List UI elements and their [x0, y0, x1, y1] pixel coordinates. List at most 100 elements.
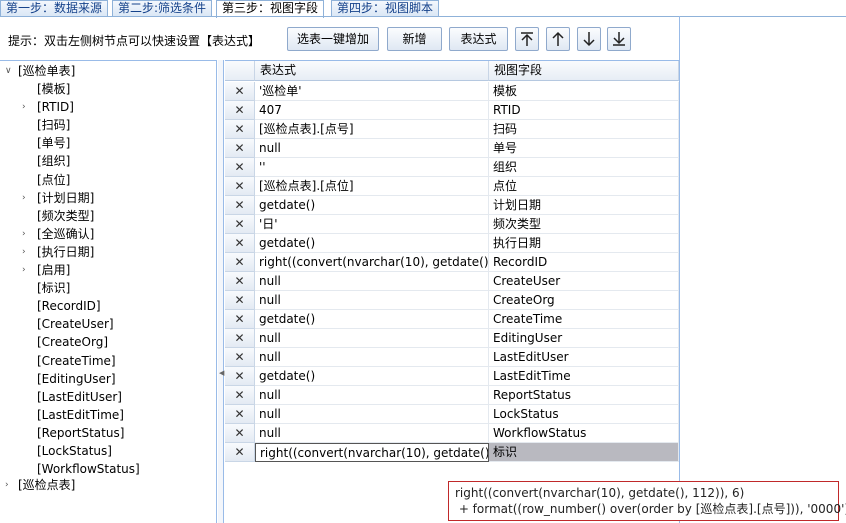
view-field-cell[interactable]: EditingUser [489, 329, 679, 348]
expression-button[interactable]: 表达式 [449, 27, 508, 51]
tree-node-field[interactable]: [启用] [37, 261, 70, 279]
table-row[interactable]: ✕ null LastEditUser [225, 348, 679, 367]
tree-node-field[interactable]: [LastEditUser] [37, 388, 122, 406]
expression-cell[interactable]: getdate() [255, 310, 489, 329]
view-field-cell[interactable]: CreateUser [489, 272, 679, 291]
delete-row-button[interactable]: ✕ [225, 177, 255, 196]
chevron-right-icon[interactable]: › [22, 225, 30, 243]
view-field-cell[interactable]: 频次类型 [489, 215, 679, 234]
expression-cell[interactable]: null [255, 329, 489, 348]
delete-row-button[interactable]: ✕ [225, 215, 255, 234]
table-row[interactable]: ✕ null CreateOrg [225, 291, 679, 310]
delete-row-button[interactable]: ✕ [225, 101, 255, 120]
add-all-from-table-button[interactable]: 选表一键增加 [287, 27, 379, 51]
delete-row-button[interactable]: ✕ [225, 158, 255, 177]
tree-node-field[interactable]: [频次类型] [37, 207, 94, 225]
table-row[interactable]: ✕ [巡检点表].[点位] 点位 [225, 177, 679, 196]
view-field-cell[interactable]: ReportStatus [489, 386, 679, 405]
tree-node-inspection-point-table[interactable]: [巡检点表] [18, 476, 75, 494]
expression-cell[interactable]: [巡检点表].[点位] [255, 177, 489, 196]
tree-node-field[interactable]: [ReportStatus] [37, 424, 124, 442]
table-row[interactable]: ✕ right((convert(nvarchar(10), getdate().… [225, 253, 679, 272]
view-field-cell[interactable]: RTID [489, 101, 679, 120]
tree-node-field[interactable]: [组织] [37, 152, 70, 170]
table-row[interactable]: ✕ right((convert(nvarchar(10), getdate().… [225, 443, 679, 462]
table-row[interactable]: ✕ '' 组织 [225, 158, 679, 177]
move-top-button[interactable] [515, 27, 539, 51]
panel-splitter[interactable]: ◀ [218, 60, 224, 523]
delete-row-button[interactable]: ✕ [225, 386, 255, 405]
view-field-cell[interactable]: LastEditTime [489, 367, 679, 386]
view-field-cell[interactable]: 模板 [489, 82, 679, 101]
tab-filter-conditions[interactable]: 第二步:筛选条件 [112, 0, 213, 17]
expression-cell[interactable]: [巡检点表].[点号] [255, 120, 489, 139]
chevron-down-icon[interactable]: ∨ [5, 62, 13, 80]
expression-cell[interactable]: null [255, 405, 489, 424]
table-row[interactable]: ✕ getdate() 执行日期 [225, 234, 679, 253]
tree-node-field[interactable]: [全巡确认] [37, 225, 94, 243]
tree-node-field[interactable]: [模板] [37, 80, 70, 98]
view-field-cell[interactable]: 标识 [489, 443, 679, 462]
view-field-cell[interactable]: LastEditUser [489, 348, 679, 367]
tree-node-field[interactable]: [RecordID] [37, 297, 101, 315]
view-field-cell[interactable]: 组织 [489, 158, 679, 177]
table-row[interactable]: ✕ getdate() LastEditTime [225, 367, 679, 386]
view-field-cell[interactable]: RecordID [489, 253, 679, 272]
table-row[interactable]: ✕ null 单号 [225, 139, 679, 158]
delete-row-button[interactable]: ✕ [225, 405, 255, 424]
table-row[interactable]: ✕ null ReportStatus [225, 386, 679, 405]
view-field-cell[interactable]: CreateTime [489, 310, 679, 329]
expression-cell[interactable]: '巡检单' [255, 82, 489, 101]
view-field-cell[interactable]: CreateOrg [489, 291, 679, 310]
expression-cell[interactable]: getdate() [255, 234, 489, 253]
view-field-cell[interactable]: 单号 [489, 139, 679, 158]
chevron-right-icon[interactable]: › [22, 243, 30, 261]
expression-cell[interactable]: null [255, 386, 489, 405]
expression-cell[interactable]: getdate() [255, 367, 489, 386]
delete-row-button[interactable]: ✕ [225, 272, 255, 291]
tree-node-field[interactable]: [CreateUser] [37, 315, 114, 333]
delete-row-button[interactable]: ✕ [225, 253, 255, 272]
tree-node-inspection-form-table[interactable]: [巡检单表] [18, 62, 75, 80]
expression-cell[interactable]: null [255, 272, 489, 291]
grid-header-view-field[interactable]: 视图字段 [489, 61, 679, 81]
tree-node-field[interactable]: [计划日期] [37, 189, 94, 207]
delete-row-button[interactable]: ✕ [225, 120, 255, 139]
view-field-cell[interactable]: 执行日期 [489, 234, 679, 253]
expression-cell[interactable]: '' [255, 158, 489, 177]
delete-row-button[interactable]: ✕ [225, 82, 255, 101]
expression-cell[interactable]: getdate() [255, 196, 489, 215]
tab-view-script[interactable]: 第四步：视图脚本 [331, 0, 440, 17]
table-row[interactable]: ✕ null LockStatus [225, 405, 679, 424]
chevron-right-icon[interactable]: › [5, 476, 13, 494]
new-button[interactable]: 新增 [387, 27, 442, 51]
tree-node-field[interactable]: [RTID] [37, 98, 74, 116]
table-row[interactable]: ✕ getdate() CreateTime [225, 310, 679, 329]
expression-cell[interactable]: '日' [255, 215, 489, 234]
grid-header-expression[interactable]: 表达式 [255, 61, 489, 81]
tree-node-field[interactable]: [CreateTime] [37, 352, 116, 370]
table-row[interactable]: ✕ [巡检点表].[点号] 扫码 [225, 120, 679, 139]
move-bottom-button[interactable] [607, 27, 631, 51]
chevron-right-icon[interactable]: › [22, 261, 30, 279]
move-down-button[interactable] [577, 27, 601, 51]
expression-cell[interactable]: right((convert(nvarchar(10), getdate()..… [255, 253, 489, 272]
tree-node-field[interactable]: [单号] [37, 134, 70, 152]
expression-cell[interactable]: null [255, 348, 489, 367]
table-row[interactable]: ✕ '巡检单' 模板 [225, 82, 679, 101]
view-field-cell[interactable]: 点位 [489, 177, 679, 196]
delete-row-button[interactable]: ✕ [225, 291, 255, 310]
collapse-arrow-icon[interactable]: ◀ [219, 369, 224, 377]
delete-row-button[interactable]: ✕ [225, 348, 255, 367]
table-row[interactable]: ✕ null EditingUser [225, 329, 679, 348]
chevron-right-icon[interactable]: › [22, 189, 30, 207]
tree-node-field[interactable]: [点位] [37, 171, 70, 189]
tree-node-field[interactable]: [执行日期] [37, 243, 94, 261]
tree-node-field[interactable]: [CreateOrg] [37, 333, 108, 351]
view-field-cell[interactable]: WorkflowStatus [489, 424, 679, 443]
tree-node-field[interactable]: [扫码] [37, 116, 70, 134]
tree-node-field[interactable]: [LockStatus] [37, 442, 112, 460]
table-row[interactable]: ✕ 407 RTID [225, 101, 679, 120]
expression-cell[interactable]: right((convert(nvarchar(10), getdate()..… [255, 443, 489, 462]
delete-row-button[interactable]: ✕ [225, 424, 255, 443]
